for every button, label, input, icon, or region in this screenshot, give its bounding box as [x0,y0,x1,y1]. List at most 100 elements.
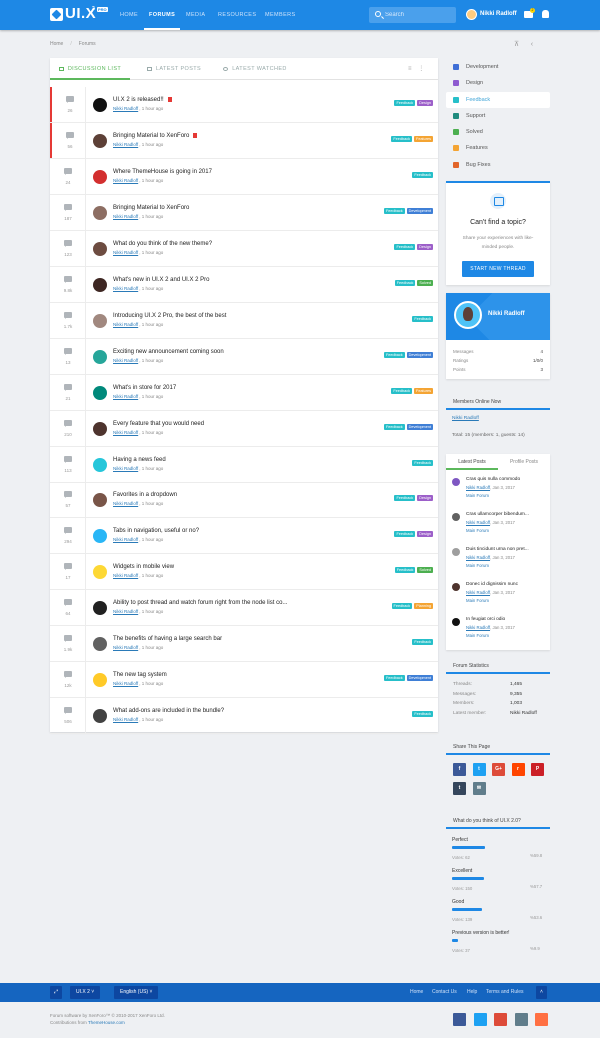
thread-title[interactable]: Exciting new announcement coming soon [113,349,224,355]
thread-row[interactable]: 56 Bringing Material to XenForo Nikki Radl… [50,122,438,159]
thread-row[interactable]: 294 Tabs in navigation, useful or no? Nikk… [50,518,438,555]
avatar[interactable] [93,98,107,112]
tag-feedback[interactable]: Feedback [394,495,416,502]
thread-row[interactable]: 26 UI.X 2 is released!! Nikki Radloff, 1 h… [50,87,438,123]
thread-row[interactable]: 57 Favorites in a dropdown Nikki Radloff, … [50,482,438,519]
avatar[interactable] [93,637,107,652]
thread-title[interactable]: What's new in UI.X 2 and UI.X 2 Pro [113,277,210,283]
nav-members[interactable]: MEMBERS [265,0,296,30]
post-forum[interactable]: Main Forum [466,493,489,498]
post-title[interactable]: Cras ullamcorper bibendum... [466,512,529,517]
post-title[interactable]: Donec id dignissim nunc [466,582,518,587]
tag-feedback[interactable]: Feedback [394,567,416,574]
thread-row[interactable]: 1.9k The benefits of having a large searc… [50,626,438,663]
more-icon[interactable]: ⋮ [418,66,424,72]
language-chooser[interactable]: English (US) ˅ [114,986,159,999]
thread-title[interactable]: Ability to post thread and watch forum r… [113,600,287,606]
footer-twitter-icon[interactable] [473,1013,487,1026]
thread-author[interactable]: Nikki Radloff [113,573,138,578]
avatar[interactable] [93,601,107,616]
forum-item-development[interactable]: Development [446,59,550,75]
search-input[interactable] [385,7,453,23]
footer-link-terms[interactable]: Terms and Rules [486,989,524,995]
expand-icon[interactable]: ⤢ [50,986,63,999]
tag-design[interactable]: Design [417,100,433,106]
nav-home[interactable]: HOME [120,0,138,30]
post-forum[interactable]: Main Forum [466,528,489,533]
themehouse-link[interactable]: ThemeHouse.com [88,1020,125,1025]
tag-design[interactable]: Design [417,531,433,538]
thread-row[interactable]: 1.7k Introducing UI.X 2 Pro, the best of … [50,302,438,339]
avatar[interactable] [93,205,107,220]
share-facebook-icon[interactable]: f [453,763,466,776]
breadcrumb-home[interactable]: Home [50,41,63,47]
tag-features[interactable]: Features [414,135,433,142]
tag-feedback[interactable]: Feedback [394,531,416,538]
tab-latest-posts[interactable]: LATEST POSTS [134,58,214,80]
avatar[interactable] [93,277,107,292]
post-title[interactable]: Cras quis nulla commodo [466,477,520,482]
thread-title[interactable]: Widgets in mobile view [113,564,174,570]
thread-title[interactable]: UI.X 2 is released!! [113,97,172,103]
thread-author[interactable]: Nikki Radloff [113,250,138,255]
tag-solved[interactable]: Solved [417,567,433,574]
avatar[interactable] [93,493,107,508]
footer-link-contact[interactable]: Contact Us [432,989,457,995]
thread-author[interactable]: Nikki Radloff [113,609,138,614]
thread-row[interactable]: 123 What do you think of the new theme? Ni… [50,230,438,267]
tag-development[interactable]: Development [406,351,433,358]
thread-title-text[interactable]: UI.X 2 is released!! [113,97,164,103]
forum-item-design[interactable]: Design [446,75,550,91]
thread-author[interactable]: Nikki Radloff [113,106,138,111]
thread-row[interactable]: 17 Widgets in mobile view Nikki Radloff, 1… [50,554,438,591]
post-author[interactable]: Nikki Radloff [466,485,490,490]
thread-author[interactable]: Nikki Radloff [113,681,138,686]
thread-title-text[interactable]: Tabs in navigation, useful or no? [113,528,199,534]
footer-link-home[interactable]: Home [410,989,423,995]
thread-title[interactable]: What add-ons are included in the bundle? [113,708,224,714]
tag-feedback[interactable]: Feedback [394,100,416,106]
post-forum[interactable]: Main Forum [466,563,489,568]
share-reddit-icon[interactable]: r [511,763,525,776]
thread-title-text[interactable]: Favorites in a dropdown [113,492,177,498]
filter-icon[interactable]: ≡ [408,66,412,72]
thread-title-text[interactable]: What add-ons are included in the bundle? [113,708,224,714]
share-tumblr-icon[interactable]: t [453,782,466,795]
tag-design[interactable]: Design [417,243,433,250]
share-pinterest-icon[interactable]: P [531,763,544,776]
thread-author[interactable]: Nikki Radloff [113,430,138,435]
thread-author[interactable]: Nikki Radloff [113,466,138,471]
forum-item-support[interactable]: Support [446,108,550,124]
post-title[interactable]: In feugiat orci odio [466,617,505,622]
bell-icon[interactable] [542,10,549,18]
post-forum[interactable]: Main Forum [466,633,489,638]
thread-title[interactable]: What do you think of the new theme? [113,241,212,247]
tag-feedback[interactable]: Feedback [391,387,413,394]
thread-row[interactable]: 187 Bringing Material to XenForo Nikki Rad… [50,194,438,231]
nav-forums[interactable]: FORUMS [144,0,181,30]
online-member-link[interactable]: Nikki Radloff [452,416,479,421]
post-author[interactable]: Nikki Radloff [466,520,490,525]
thread-title-text[interactable]: The benefits of having a large search ba… [113,636,222,642]
search-icon[interactable] [375,11,381,17]
thread-title-text[interactable]: What's in store for 2017 [113,385,176,391]
thread-title-text[interactable]: Widgets in mobile view [113,564,174,570]
thread-author[interactable]: Nikki Radloff [113,537,138,542]
thread-author[interactable]: Nikki Radloff [113,214,138,219]
footer-facebook-icon[interactable] [453,1013,466,1026]
tab-latest-posts-side[interactable]: Latest Posts [446,454,498,470]
thread-title[interactable]: Having a news feed [113,457,166,463]
thread-title[interactable]: What's in store for 2017 [113,385,176,391]
post-author[interactable]: Nikki Radloff [466,625,490,630]
thread-row[interactable]: 24 Where ThemeHouse is going in 2017 Nikki… [50,158,438,195]
tag-feedback[interactable]: Feedback [383,207,405,214]
thread-author[interactable]: Nikki Radloff [113,645,138,650]
thread-author[interactable]: Nikki Radloff [113,717,138,722]
tab-discussion-list[interactable]: DISCUSSION LIST [50,58,130,80]
thread-author[interactable]: Nikki Radloff [113,322,138,327]
thread-author[interactable]: Nikki Radloff [113,178,138,183]
thread-row[interactable]: 9.8k What's new in UI.X 2 and UI.X 2 Pro N… [50,266,438,303]
footer-email-icon[interactable] [514,1013,528,1026]
avatar[interactable] [93,169,107,184]
tag-features[interactable]: Features [414,387,433,394]
